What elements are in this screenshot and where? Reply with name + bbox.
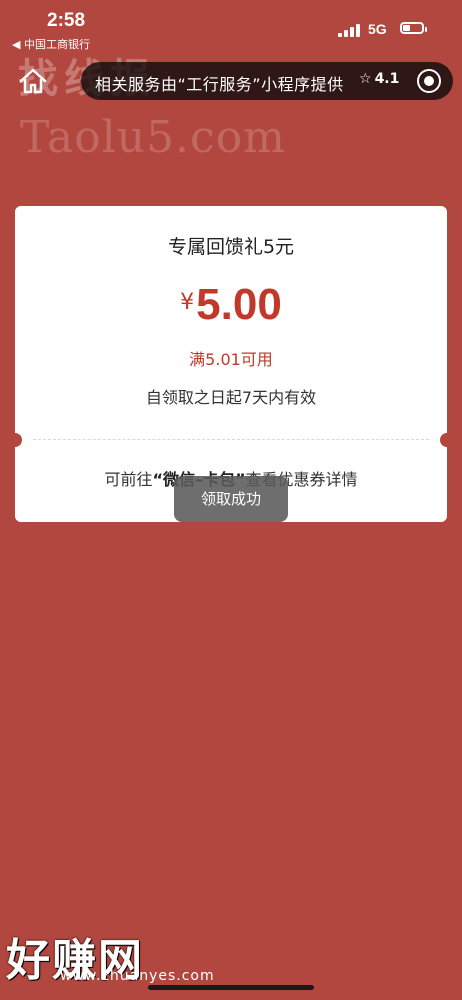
- provider-notice-bar: 相关服务由“工行服务”小程序提供 ☆ 4.1: [81, 62, 453, 100]
- status-bar: 2:58 ◀ 中国工商银行 5G: [0, 0, 462, 51]
- signal-icon: [338, 24, 360, 37]
- watermark-bottom-site: www.zhuanyes.com: [60, 968, 215, 984]
- coupon-amount: ¥5.00: [15, 280, 447, 330]
- card-notch-left: [8, 433, 22, 447]
- watermark-site: Taolu5.com: [20, 112, 286, 163]
- provider-notice-text: 相关服务由“工行服务”小程序提供: [95, 75, 344, 94]
- star-icon: ☆: [359, 71, 372, 87]
- status-time: 2:58: [47, 10, 86, 31]
- battery-icon: [400, 22, 427, 34]
- success-toast: 领取成功: [174, 476, 288, 522]
- coupon-card: 专属回馈礼5元 ¥5.00 满5.01可用 自领取之日起7天内有效 可前往“微信…: [8, 206, 454, 522]
- coupon-validity: 自领取之日起7天内有效: [145, 388, 317, 407]
- close-miniprogram-button[interactable]: [417, 69, 441, 93]
- amount-value: 5.00: [196, 280, 282, 329]
- home-icon[interactable]: [18, 66, 48, 96]
- detail-prefix: 可前往: [104, 470, 153, 489]
- currency-symbol: ¥: [180, 290, 195, 315]
- card-notch-right: [440, 433, 454, 447]
- dashed-divider: [33, 439, 429, 440]
- coupon-title: 专属回馈礼5元: [167, 236, 295, 258]
- coupon-condition: 满5.01可用: [189, 350, 273, 369]
- rating-value: 4.1: [374, 71, 400, 87]
- home-indicator[interactable]: [148, 985, 314, 990]
- network-type: 5G: [368, 21, 387, 37]
- rating[interactable]: ☆ 4.1: [359, 71, 399, 87]
